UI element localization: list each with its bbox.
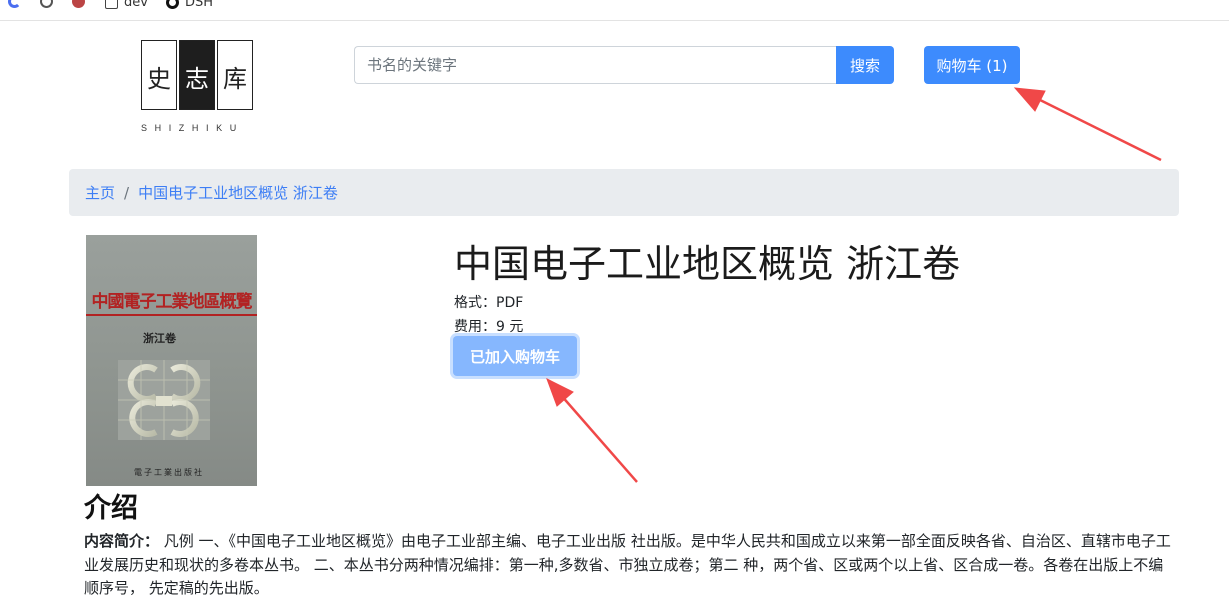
cart-button[interactable]: 购物车 (1) — [924, 46, 1020, 84]
intro-heading: 介绍 — [84, 493, 138, 524]
cart-arrow-line — [1031, 94, 1162, 162]
bookmark-3[interactable] — [72, 0, 85, 8]
round-blue-icon — [8, 0, 21, 8]
added-to-cart-button[interactable]: 已加入购物车 — [453, 336, 577, 376]
site-logo[interactable]: 史 志 库 SHIZHIKU — [141, 40, 253, 138]
search-form: 搜索 — [354, 46, 894, 84]
bookmark-label: DSH — [185, 0, 214, 10]
logo-char-box: 史 — [141, 40, 177, 110]
button-arrow-line — [559, 393, 638, 483]
intro-label: 内容简介： — [84, 532, 160, 550]
book-cover-image: 中國電子工業地區概覽 浙江卷 電子工業出版社 — [86, 235, 257, 486]
openai-icon — [40, 0, 53, 8]
cover-title: 中國電子工業地區概覽 — [91, 292, 253, 312]
bookmark-dev[interactable]: dev — [105, 0, 148, 10]
book-price: 费用：9 元 — [454, 319, 524, 335]
logo-char-box: 志 — [179, 40, 215, 110]
bookmarks-bar: dev DSH — [0, 0, 1229, 21]
cover-emblem-icon — [118, 360, 210, 440]
breadcrumb-separator: / — [124, 183, 130, 202]
dsh-icon — [166, 0, 179, 9]
book-format: 格式：PDF — [454, 295, 524, 311]
search-input[interactable] — [354, 46, 836, 84]
bookmark-2[interactable] — [40, 0, 53, 8]
avatar-icon — [72, 0, 85, 8]
logo-char-box: 库 — [217, 40, 253, 110]
intro-text: 内容简介： 凡例 一、《中国电子工业地区概览》由电子工业部主编、电子工业出版 社… — [84, 530, 1174, 601]
bookmark-dsh[interactable]: DSH — [166, 0, 213, 10]
cover-publisher: 電子工業出版社 — [134, 468, 204, 477]
cover-rule — [86, 314, 257, 316]
cover-volume: 浙江卷 — [143, 332, 176, 345]
cart-arrow-head — [1013, 87, 1046, 112]
bookmark-1[interactable] — [8, 0, 21, 8]
search-button[interactable]: 搜索 — [836, 46, 894, 84]
button-arrow-head — [546, 377, 574, 407]
breadcrumb-home[interactable]: 主页 — [85, 182, 115, 203]
breadcrumb: 主页 / 中国电子工业地区概览 浙江卷 — [69, 169, 1179, 216]
folder-icon — [105, 0, 118, 9]
breadcrumb-current[interactable]: 中国电子工业地区概览 浙江卷 — [138, 182, 338, 203]
intro-body: 凡例 一、《中国电子工业地区概览》由电子工业部主编、电子工业出版 社出版。是中华… — [84, 532, 1171, 597]
book-title: 中国电子工业地区概览 浙江卷 — [454, 242, 961, 286]
bookmark-label: dev — [124, 0, 148, 10]
logo-subtitle: SHIZHIKU — [141, 123, 244, 133]
